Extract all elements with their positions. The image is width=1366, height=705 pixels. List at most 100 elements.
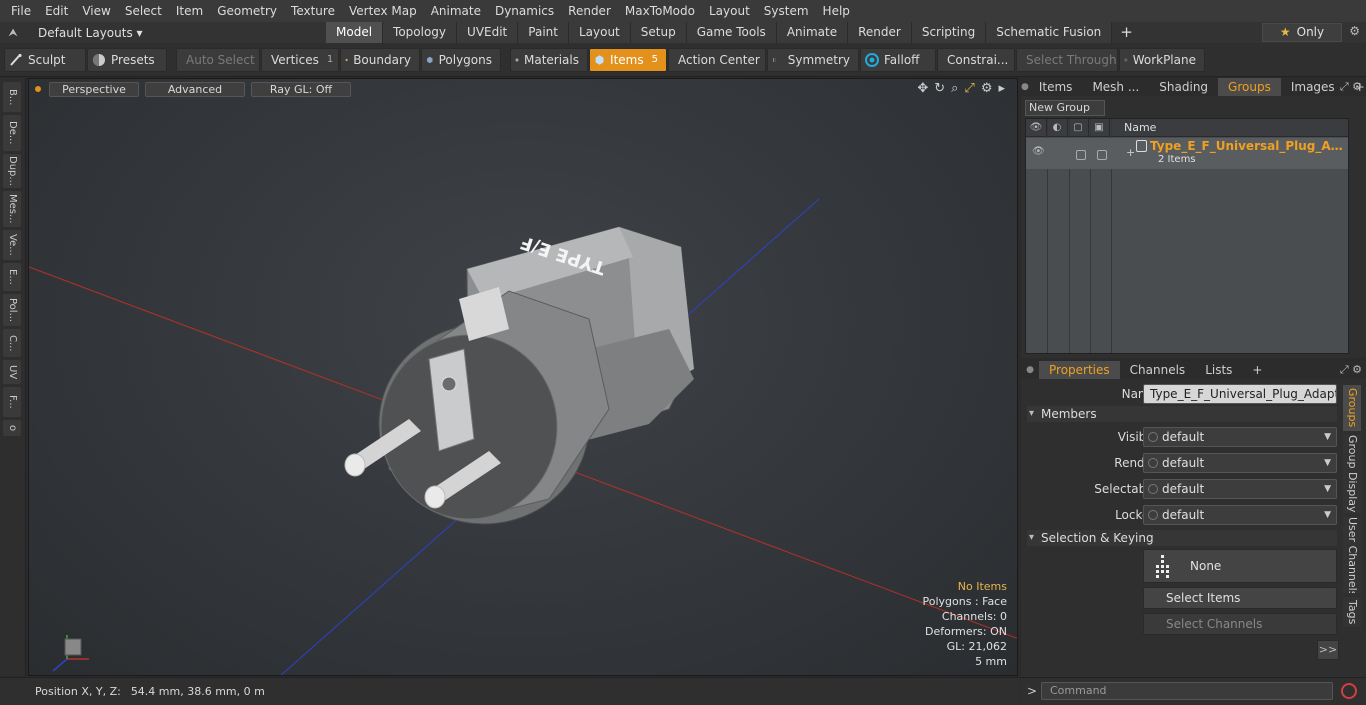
- new-group-button[interactable]: New Group: [1025, 100, 1105, 116]
- menu-vertex-map[interactable]: Vertex Map: [342, 0, 424, 22]
- selectable-dropdown[interactable]: default ▼: [1143, 479, 1337, 499]
- visible-dropdown[interactable]: default ▼: [1143, 427, 1337, 447]
- tab-images[interactable]: Images: [1281, 78, 1345, 96]
- viewport-menu-dot-icon[interactable]: [35, 86, 41, 92]
- menu-system[interactable]: System: [757, 0, 816, 22]
- scene-canvas[interactable]: TYPE E/F: [29, 79, 1018, 676]
- zoom-view-icon[interactable]: ⌕: [951, 81, 958, 96]
- panel-menu-dot-icon[interactable]: ●: [1021, 82, 1029, 92]
- boundary-button[interactable]: Boundary: [340, 47, 420, 72]
- tab-layout[interactable]: Layout: [568, 22, 631, 43]
- tab-items[interactable]: Items: [1029, 78, 1083, 96]
- tab-uvedit[interactable]: UVEdit: [457, 22, 519, 43]
- select-through-button[interactable]: Select Through: [1016, 47, 1118, 72]
- vertices-button[interactable]: Vertices 1: [261, 47, 339, 72]
- add-layout-tab-button[interactable]: +: [1112, 22, 1141, 43]
- tab-lists[interactable]: Lists: [1195, 361, 1242, 379]
- 3d-viewport[interactable]: TYPE E/F Perspective Advanced Ray GL: Of…: [28, 78, 1018, 676]
- row-eye-icon[interactable]: 👁: [1032, 146, 1045, 157]
- add-properties-tab-button[interactable]: +: [1242, 361, 1272, 379]
- menu-item[interactable]: Item: [169, 0, 210, 22]
- left-tab-7[interactable]: C...: [3, 329, 21, 357]
- tab-schematic-fusion[interactable]: Schematic Fusion: [986, 22, 1113, 43]
- menu-file[interactable]: File: [4, 0, 38, 22]
- selection-keying-section[interactable]: Selection & Keying: [1027, 530, 1337, 546]
- left-tab-8[interactable]: UV: [3, 360, 21, 384]
- left-tab-5[interactable]: E...: [3, 263, 21, 291]
- tab-groups[interactable]: Groups: [1218, 78, 1281, 96]
- lock-cube-icon[interactable]: ▣: [1089, 118, 1110, 137]
- menu-maxtomodo[interactable]: MaxToModo: [618, 0, 702, 22]
- tab-game-tools[interactable]: Game Tools: [686, 22, 777, 43]
- select-cube-icon[interactable]: ▢: [1068, 118, 1089, 137]
- symmetry-button[interactable]: Symmetry: [767, 47, 859, 72]
- more-button[interactable]: >>: [1317, 640, 1339, 660]
- tab-scripting[interactable]: Scripting: [911, 22, 987, 43]
- left-tab-9[interactable]: F...: [3, 387, 21, 417]
- only-toggle-button[interactable]: ★ Only: [1262, 23, 1342, 42]
- tab-paint[interactable]: Paint: [518, 22, 569, 43]
- tab-properties[interactable]: Properties: [1039, 361, 1120, 379]
- tab-model[interactable]: Model: [326, 22, 384, 43]
- left-tab-2[interactable]: Dup...: [3, 154, 21, 188]
- menu-dynamics[interactable]: Dynamics: [488, 0, 561, 22]
- viewport-settings-gear-icon[interactable]: ⚙: [981, 81, 993, 96]
- group-name[interactable]: Type_E_F_Universal_Plug_Adap...: [1150, 139, 1346, 153]
- menu-texture[interactable]: Texture: [284, 0, 342, 22]
- menu-help[interactable]: Help: [816, 0, 857, 22]
- tab-animate[interactable]: Animate: [776, 22, 849, 43]
- name-column-header[interactable]: Name: [1110, 121, 1156, 134]
- vtab-group-display[interactable]: Group Display: [1343, 435, 1361, 513]
- tab-shading[interactable]: Shading: [1149, 78, 1218, 96]
- expand-plus-icon[interactable]: +: [1126, 146, 1135, 159]
- polygons-button[interactable]: Polygons: [421, 47, 501, 72]
- tab-setup[interactable]: Setup: [630, 22, 687, 43]
- constraints-button[interactable]: Constrai...: [937, 47, 1015, 72]
- left-tab-3[interactable]: Mes...: [3, 191, 21, 227]
- vtab-tags[interactable]: Tags: [1343, 597, 1361, 627]
- layout-up-arrow-icon[interactable]: ⮝: [0, 26, 26, 40]
- command-input[interactable]: Command: [1041, 682, 1333, 700]
- viewport-more-arrow-icon[interactable]: ▸: [998, 81, 1005, 96]
- shading-mode-button[interactable]: Advanced: [145, 81, 245, 97]
- menu-render[interactable]: Render: [561, 0, 618, 22]
- render-dropdown[interactable]: default ▼: [1143, 453, 1337, 473]
- menu-animate[interactable]: Animate: [424, 0, 488, 22]
- rotate-view-icon[interactable]: ↻: [934, 81, 945, 96]
- group-row[interactable]: 👁 + Type_E_F_Universal_Plug_Adap... 2 It…: [1026, 138, 1348, 169]
- sculpt-button[interactable]: Sculpt: [4, 47, 86, 72]
- menu-edit[interactable]: Edit: [38, 0, 75, 22]
- raygl-button[interactable]: Ray GL: Off: [251, 81, 351, 97]
- menu-view[interactable]: View: [75, 0, 117, 22]
- locked-dropdown[interactable]: default ▼: [1143, 505, 1337, 525]
- menu-layout[interactable]: Layout: [702, 0, 757, 22]
- items-button[interactable]: Items 5: [589, 47, 667, 72]
- properties-corner-icons[interactable]: ⤢ ⚙: [1340, 363, 1362, 377]
- move-view-icon[interactable]: ✥: [917, 81, 928, 96]
- panel-corner-icons[interactable]: ⤢ ⚙: [1340, 80, 1362, 94]
- select-items-button[interactable]: Select Items: [1143, 587, 1337, 609]
- tab-topology[interactable]: Topology: [383, 22, 458, 43]
- gear-icon[interactable]: ⚙: [1349, 24, 1360, 38]
- name-field[interactable]: Type_E_F_Universal_Plug_Adapter_Bl: [1143, 384, 1337, 404]
- presets-button[interactable]: Presets: [87, 47, 167, 72]
- properties-menu-dot-icon[interactable]: ●: [1021, 365, 1039, 375]
- left-tab-10[interactable]: o: [3, 420, 21, 436]
- tab-render[interactable]: Render: [848, 22, 912, 43]
- plug-adapter-model[interactable]: TYPE E/F: [344, 226, 694, 525]
- auto-select-button[interactable]: Auto Select: [176, 47, 260, 72]
- vtab-user-channels[interactable]: User Channels: [1343, 517, 1361, 593]
- visibility-eye-icon[interactable]: 👁: [1026, 118, 1047, 137]
- record-macro-icon[interactable]: [1341, 683, 1357, 699]
- menu-select[interactable]: Select: [118, 0, 169, 22]
- maximize-view-icon[interactable]: ⤢: [964, 81, 974, 96]
- tab-mesh[interactable]: Mesh ...: [1082, 78, 1149, 96]
- group-list[interactable]: 👁 ◐ ▢ ▣ Name 👁 + Type_E_F_Universal_Plug…: [1025, 118, 1349, 354]
- view-mode-button[interactable]: Perspective: [49, 81, 139, 97]
- left-tab-1[interactable]: De...: [3, 115, 21, 151]
- falloff-button[interactable]: Falloff: [860, 47, 936, 72]
- tab-channels[interactable]: Channels: [1120, 361, 1196, 379]
- workplane-button[interactable]: WorkPlane: [1119, 47, 1205, 72]
- left-tab-4[interactable]: Ve...: [3, 230, 21, 260]
- none-button[interactable]: None: [1143, 549, 1337, 583]
